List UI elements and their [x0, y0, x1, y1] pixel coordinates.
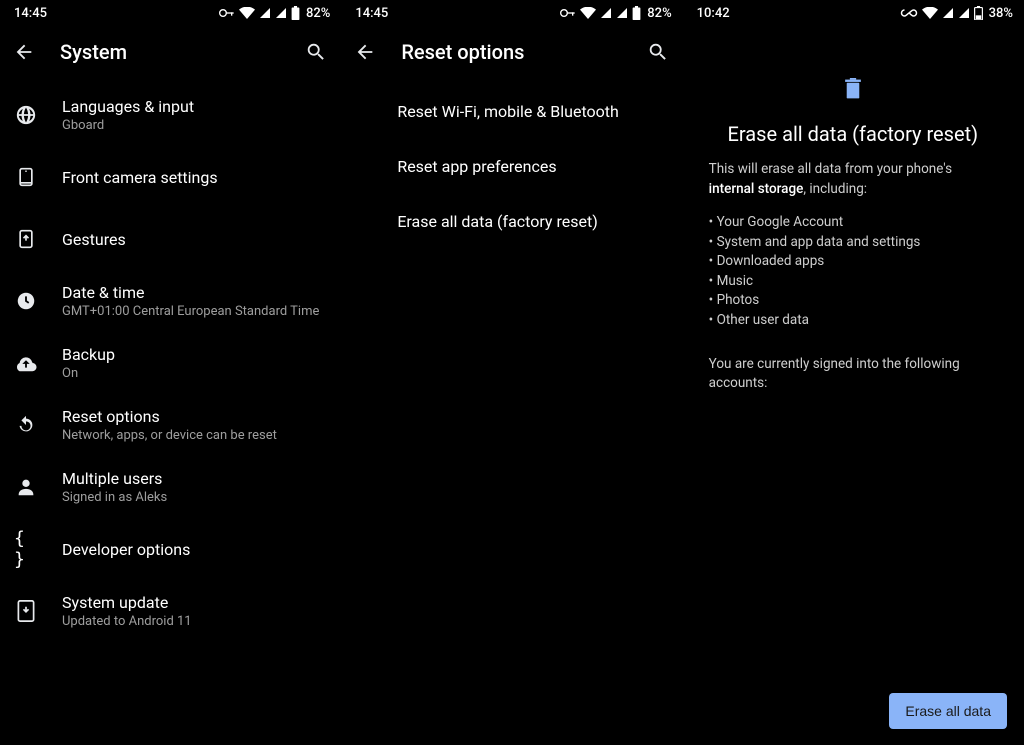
vpn-key-icon — [560, 7, 576, 19]
status-bar: 10:42 38% — [683, 0, 1023, 26]
battery-icon — [291, 6, 300, 20]
signal-icon — [942, 7, 954, 19]
status-icons: 82% — [560, 6, 671, 21]
signal-icon — [275, 7, 287, 19]
row-subtitle: GMT+01:00 Central European Standard Time — [62, 304, 326, 319]
status-time: 14:45 — [355, 6, 388, 21]
row-date-time[interactable]: Date & time GMT+01:00 Central European St… — [0, 270, 340, 332]
row-erase-all-data[interactable]: Erase all data (factory reset) — [341, 194, 681, 249]
erase-intro-bold: internal storage — [709, 181, 804, 197]
app-bar: System — [0, 26, 340, 78]
erase-body: This will erase all data from your phone… — [709, 160, 997, 394]
search-icon — [647, 41, 669, 63]
status-time: 14:45 — [14, 6, 47, 21]
row-subtitle: On — [62, 366, 326, 381]
infinity-icon — [900, 8, 918, 18]
row-title: Date & time — [62, 283, 326, 302]
erase-bullet: Your Google Account — [709, 213, 997, 233]
erase-bullet: Photos — [709, 291, 997, 311]
wifi-icon — [922, 7, 938, 19]
status-battery: 82% — [647, 6, 671, 21]
settings-list: Languages & input Gboard Front camera set… — [0, 78, 340, 745]
row-reset-wifi-mobile-bt[interactable]: Reset Wi-Fi, mobile & Bluetooth — [341, 84, 681, 139]
reset-icon — [15, 414, 37, 436]
status-battery: 82% — [306, 6, 330, 21]
erase-bullet-list: Your Google Account System and app data … — [709, 213, 997, 330]
search-icon — [305, 41, 327, 63]
row-backup[interactable]: Backup On — [0, 332, 340, 394]
signal-icon — [259, 7, 271, 19]
status-bar: 14:45 82% — [341, 0, 681, 26]
row-developer-options[interactable]: { } Developer options — [0, 518, 340, 580]
status-icons: 82% — [219, 6, 330, 21]
search-button[interactable] — [302, 38, 330, 66]
panel-erase-all-data: 10:42 38% Erase all data (factory reset)… — [683, 0, 1024, 745]
row-multiple-users[interactable]: Multiple users Signed in as Aleks — [0, 456, 340, 518]
page-title: System — [60, 40, 127, 64]
row-front-camera[interactable]: Front camera settings — [0, 146, 340, 208]
globe-icon — [15, 104, 37, 126]
erase-intro-1: This will erase all data from your phone… — [709, 161, 952, 177]
row-title: Languages & input — [62, 97, 326, 116]
status-bar: 14:45 82% — [0, 0, 340, 26]
erase-bullet: Other user data — [709, 311, 997, 331]
person-icon — [15, 476, 37, 498]
reset-list: Reset Wi-Fi, mobile & Bluetooth Reset ap… — [341, 78, 681, 745]
row-reset-app-prefs[interactable]: Reset app preferences — [341, 139, 681, 194]
row-title: Reset options — [62, 407, 326, 426]
vpn-key-icon — [219, 7, 235, 19]
back-button[interactable] — [10, 38, 38, 66]
row-subtitle: Gboard — [62, 118, 326, 133]
cloud-upload-icon — [15, 354, 37, 372]
arrow-back-icon — [13, 41, 35, 63]
erase-content: Erase all data (factory reset) This will… — [683, 26, 1023, 394]
erase-bullet: Music — [709, 272, 997, 292]
row-title: Multiple users — [62, 469, 326, 488]
trash-icon — [843, 78, 863, 104]
signal-icon — [616, 7, 628, 19]
gesture-icon — [16, 228, 36, 250]
battery-icon — [974, 6, 983, 20]
clock-icon — [15, 290, 37, 312]
status-icons: 38% — [900, 6, 1013, 21]
row-subtitle: Network, apps, or device can be reset — [62, 428, 326, 443]
erase-intro-2: , including: — [803, 181, 867, 197]
arrow-back-icon — [354, 41, 376, 63]
row-reset-options[interactable]: Reset options Network, apps, or device ca… — [0, 394, 340, 456]
panel-system: 14:45 82% System Languages & input Gboard… — [0, 0, 341, 745]
back-button[interactable] — [351, 38, 379, 66]
row-gestures[interactable]: Gestures — [0, 208, 340, 270]
signal-icon — [600, 7, 612, 19]
row-title: Gestures — [62, 230, 326, 249]
battery-icon — [632, 6, 641, 20]
braces-icon: { } — [14, 528, 38, 570]
status-time: 10:42 — [697, 6, 730, 21]
row-title: Developer options — [62, 540, 326, 559]
panel-reset-options: 14:45 82% Reset options Reset Wi-Fi, mob… — [341, 0, 682, 745]
erase-bottom-bar: Erase all data — [889, 693, 1007, 729]
erase-bullet: Downloaded apps — [709, 252, 997, 272]
erase-title: Erase all data (factory reset) — [728, 122, 979, 146]
signal-icon — [958, 7, 970, 19]
row-subtitle: Updated to Android 11 — [62, 614, 326, 629]
row-languages-input[interactable]: Languages & input Gboard — [0, 84, 340, 146]
row-title: System update — [62, 593, 326, 612]
search-button[interactable] — [644, 38, 672, 66]
system-update-icon — [17, 600, 35, 622]
wifi-icon — [239, 7, 255, 19]
phone-front-icon — [16, 166, 36, 188]
wifi-icon — [580, 7, 596, 19]
status-battery: 38% — [989, 6, 1013, 21]
row-title: Front camera settings — [62, 168, 326, 187]
page-title: Reset options — [401, 40, 524, 64]
erase-bullet: System and app data and settings — [709, 233, 997, 253]
app-bar: Reset options — [341, 26, 681, 78]
row-title: Backup — [62, 345, 326, 364]
row-system-update[interactable]: System update Updated to Android 11 — [0, 580, 340, 642]
erase-accounts-msg: You are currently signed into the follow… — [709, 355, 997, 394]
erase-all-data-button[interactable]: Erase all data — [889, 693, 1007, 729]
row-subtitle: Signed in as Aleks — [62, 490, 326, 505]
